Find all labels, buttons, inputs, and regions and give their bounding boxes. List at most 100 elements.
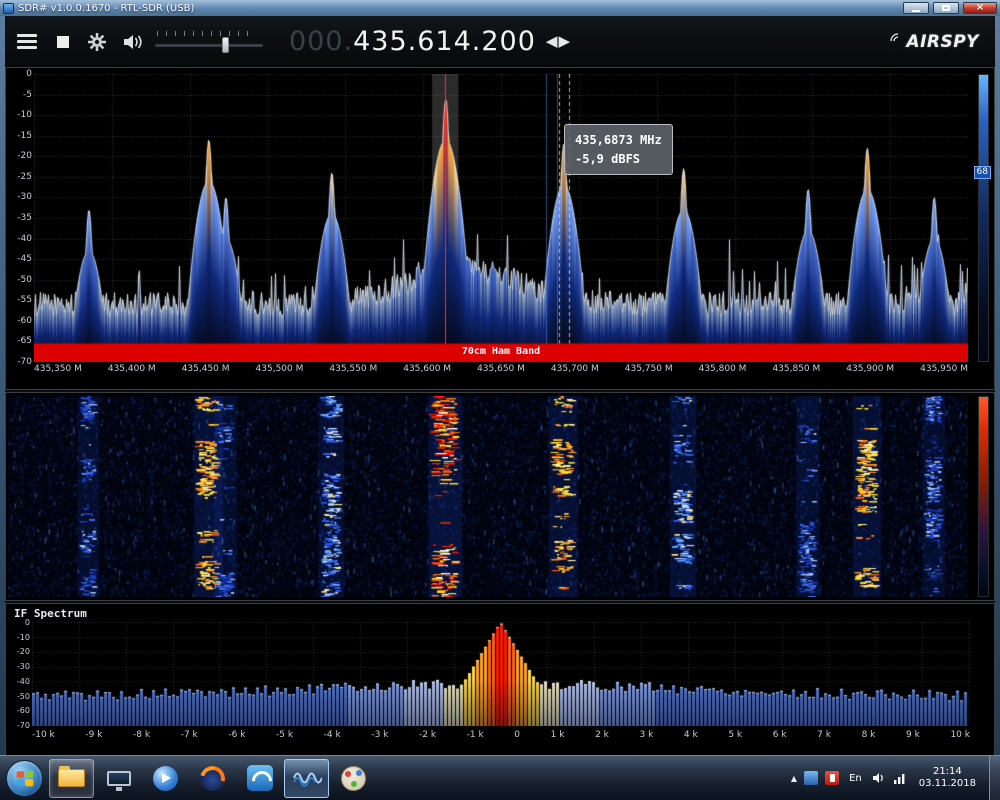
- waterfall-panel: [5, 392, 995, 601]
- airspy-logo: AIRSPY: [889, 32, 979, 52]
- settings-gear-icon[interactable]: [87, 32, 107, 52]
- waterfall-display[interactable]: [8, 396, 968, 597]
- tick-label: -1 k: [466, 730, 484, 740]
- tune-step-buttons: ◀ ▶: [546, 34, 570, 49]
- maximize-icon: [942, 5, 950, 11]
- app-icon: [3, 2, 14, 14]
- tick-label: -25: [17, 171, 32, 182]
- tick-label: -40: [16, 676, 30, 686]
- taskbar-item-sdrsharp[interactable]: [284, 758, 329, 798]
- taskbar-clock[interactable]: 21:14 03.11.2018: [913, 766, 982, 791]
- close-button[interactable]: ×: [963, 2, 997, 14]
- tick-label: 435,450 M: [181, 364, 230, 374]
- taskbar-item-maxthon[interactable]: [237, 759, 282, 798]
- tick-label: -60: [16, 706, 30, 716]
- minimize-button[interactable]: [903, 2, 929, 14]
- taskbar-item-media-player[interactable]: [143, 759, 188, 798]
- tick-label: -8 k: [133, 730, 151, 740]
- volume-slider[interactable]: [155, 29, 263, 55]
- toolbar: 000.435.614.200 ◀ ▶ AIRSPY: [5, 16, 995, 67]
- tray-alert-icon[interactable]: [825, 771, 840, 785]
- tray-app-icon[interactable]: [804, 771, 819, 785]
- frequency-prefix: 000.: [289, 26, 354, 57]
- tick-label: 7 k: [817, 730, 831, 740]
- if-frequency-axis: -10 k -9 k -8 k -7 k -6 k -5 k -4 k -3 k -2 k -1 …: [32, 730, 970, 740]
- menu-button[interactable]: [17, 34, 37, 49]
- tick-label: -50: [17, 274, 32, 285]
- tick-label: -70: [17, 356, 32, 367]
- tick-label: 435,400 M: [107, 364, 156, 374]
- tick-label: -60: [17, 315, 32, 326]
- cursor-tooltip: 435,6873 MHz -5,9 dBFS: [564, 124, 673, 176]
- tick-label: -55: [17, 295, 32, 306]
- volume-slider-ticks: [157, 30, 248, 36]
- language-indicator[interactable]: En: [846, 772, 865, 785]
- tick-label: -30: [17, 192, 32, 203]
- tray-volume-icon[interactable]: [872, 772, 886, 784]
- stop-button[interactable]: [57, 35, 69, 48]
- tray-network-icon[interactable]: [893, 773, 906, 784]
- taskbar-item-paint[interactable]: [331, 759, 376, 798]
- window-frame-left: [0, 16, 5, 755]
- tick-label: 0: [24, 618, 30, 627]
- slider-value-badge: 68: [973, 166, 991, 179]
- clock-date: 03.11.2018: [918, 778, 976, 789]
- tooltip-frequency: 435,6873 MHz: [575, 133, 662, 147]
- tick-label: -10 k: [32, 730, 55, 740]
- tick-label: -10: [16, 632, 30, 642]
- tick-label: 6 k: [772, 730, 787, 740]
- tick-label: 8 k: [861, 730, 876, 740]
- tick-label: -70: [16, 720, 30, 730]
- tick-label: 435,750 M: [624, 364, 673, 374]
- frequency-value: 435.614.200: [353, 26, 536, 57]
- palette-icon: [341, 765, 366, 791]
- airspy-arcs-icon: [890, 32, 899, 41]
- browser-icon: [200, 765, 225, 791]
- tick-label: -7 k: [180, 730, 198, 740]
- volume-speaker-icon[interactable]: [123, 33, 145, 51]
- tick-label: 10 k: [950, 730, 970, 740]
- tick-label: -9 k: [85, 730, 103, 740]
- show-desktop-button[interactable]: [989, 755, 1000, 800]
- waterfall-intensity-slider[interactable]: [978, 396, 989, 597]
- sdrsharp-waves-icon: [292, 772, 322, 787]
- tick-label: 0: [26, 69, 32, 79]
- rf-frequency-axis: 435,350 M 435,400 M 435,450 M 435,500 M 435,…: [34, 364, 968, 374]
- window-frame-right: [995, 16, 1000, 755]
- rf-spectrum-display[interactable]: [34, 74, 968, 362]
- tick-label: 435,850 M: [772, 364, 821, 374]
- tooltip-power: -5,9 dBFS: [575, 151, 641, 166]
- frequency-display[interactable]: 000.435.614.200: [289, 26, 536, 57]
- tick-label: -5: [23, 89, 32, 100]
- tick-label: -35: [17, 212, 32, 223]
- tune-left-button[interactable]: ◀: [546, 34, 558, 49]
- tray-expand-button[interactable]: ▲: [791, 774, 797, 783]
- tick-label: 435,550 M: [329, 364, 378, 374]
- tick-label: -5 k: [276, 730, 294, 740]
- volume-slider-thumb[interactable]: [221, 36, 229, 53]
- tick-label: -30: [16, 662, 30, 672]
- desktop: SDR# v1.0.0.1670 - RTL-SDR (USB) × 000.4…: [0, 0, 1000, 800]
- tick-label: 435,700 M: [550, 364, 599, 374]
- tick-label: -4 k: [323, 730, 341, 740]
- tick-label: 1 k: [550, 730, 565, 740]
- system-tray: ▲ En 21:14 03.11.2018: [791, 755, 1000, 800]
- tick-label: -3 k: [371, 730, 389, 740]
- maxthon-icon: [246, 765, 273, 791]
- taskbar-item-explorer[interactable]: [49, 758, 94, 798]
- taskbar-item-computer[interactable]: [96, 759, 141, 798]
- clock-time: 21:14: [932, 765, 962, 777]
- maximize-button[interactable]: [933, 2, 959, 14]
- tick-label: -45: [17, 254, 32, 265]
- tick-label: 435,900 M: [846, 364, 895, 374]
- tick-label: 435,350 M: [34, 364, 82, 374]
- spectrum-range-slider[interactable]: [978, 74, 989, 362]
- rf-db-axis: 0 -5 -10 -15 -20 -25 -30 -35 -40 -45 -50 -55 -60 -65 -…: [8, 69, 32, 367]
- if-spectrum-display: [32, 622, 970, 726]
- taskbar-item-browser[interactable]: [190, 759, 235, 798]
- start-button[interactable]: [6, 759, 43, 797]
- tick-label: -20: [16, 647, 30, 657]
- tick-label: -20: [17, 151, 32, 162]
- tune-right-button[interactable]: ▶: [558, 34, 570, 49]
- tick-label: 435,800 M: [698, 364, 747, 374]
